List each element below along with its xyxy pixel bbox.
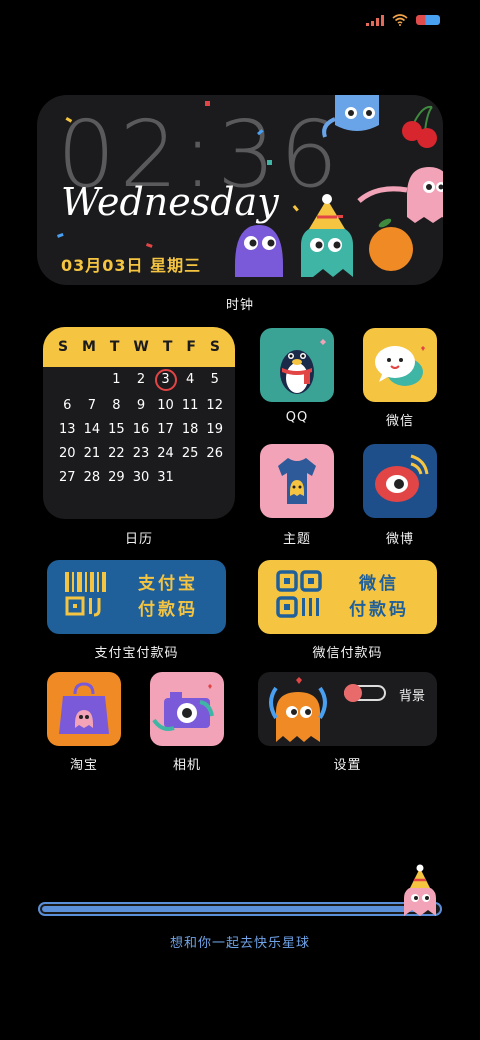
calendar-day: 16 [132,422,150,437]
clock-decoration-illustration [57,95,443,277]
calendar-day: 23 [132,446,150,461]
weekday-label: T [109,339,120,355]
taobao-app-label: 淘宝 [69,758,98,773]
weekday-label: S [57,339,69,355]
qq-app-label: QQ [285,410,309,425]
clock-widget-label: 时钟 [225,298,254,313]
calendar-day: 20 [59,446,76,461]
settings-widget[interactable]: 背景 [258,672,437,746]
barcode-icon [65,572,106,617]
toggle-knob [344,684,362,702]
calendar-widget[interactable]: S M T W T F S 1 2 3 4 5 6 7 8 9 10 11 12 13 14 15 16 17 1… [43,327,235,519]
calendar-day: 29 [108,470,125,485]
battery-icon [416,15,440,25]
wifi-icon [392,14,408,26]
background-toggle[interactable] [344,684,386,702]
calendar-day: 26 [206,446,223,461]
calendar-day: 7 [87,398,96,413]
calendar-day [55,371,80,389]
theme-app-icon[interactable] [260,444,334,518]
calendar-day: 13 [59,422,76,437]
qq-app-icon[interactable] [260,328,334,402]
calendar-day: 9 [136,398,146,413]
calendar-day: 6 [63,398,72,413]
wechatpay-paycode-label: 微信付款码 [312,646,383,661]
weekday-label: W [133,339,149,355]
bottom-tagline: 想和你一起去快乐星球 [169,936,310,951]
calendar-day: 18 [181,422,199,437]
wechat-app-label: 微信 [385,414,414,429]
calendar-day: 17 [157,422,174,437]
camera-app-label: 相机 [172,758,201,773]
weibo-app-icon[interactable] [363,444,437,518]
shopping-bag-icon [59,682,109,734]
wechatpay-paycode-text: 微信 付款码 [334,571,424,623]
alipay-paycode-label: 支付宝付款码 [94,646,179,661]
calendar-day: 10 [157,398,174,413]
penguin-icon [280,339,326,394]
calendar-day: 4 [185,372,195,387]
calendar-day: 8 [112,398,121,413]
clock-widget[interactable]: 02:36 Wednesday 03月03日 星期三 [37,95,443,285]
weekday-label: T [162,339,173,355]
calendar-day-grid: 1 2 3 4 5 6 7 8 9 10 11 12 13 14 15 16 17 18 19 20 21 22 23 24 2… [55,369,227,487]
weekday-label: M [82,339,96,355]
calendar-day: 24 [157,446,174,461]
wechatpay-text-line2: 付款码 [349,600,409,620]
taobao-app-icon[interactable] [47,672,121,746]
weekday-label: S [209,339,220,355]
tshirt-icon [278,458,316,504]
bottom-progress-bar [38,902,442,916]
calendar-day: 27 [59,470,76,485]
wechat-app-icon[interactable] [363,328,437,402]
progress-bar-fill [42,906,422,912]
alipay-paycode-widget[interactable]: 支付宝 付款码 [47,560,226,634]
calendar-day: 15 [108,422,125,437]
weibo-app-label: 微博 [385,532,414,547]
status-bar [366,10,440,30]
chat-bubble-icon [375,346,425,386]
wechatpay-text-line1: 微信 [359,574,399,594]
calendar-day-today: 3 [154,369,177,391]
calendar-day: 30 [132,470,150,485]
orange-ghost-icon [269,677,327,742]
calendar-day: 11 [181,398,199,413]
calendar-day: 12 [206,398,223,413]
weekday-label: F [186,339,196,355]
theme-app-label: 主题 [282,532,311,547]
calendar-day: 22 [108,446,125,461]
alipay-paycode-text: 支付宝 付款码 [123,571,213,623]
calendar-day: 31 [157,470,174,485]
calendar-day [80,371,105,389]
calendar-day: 1 [112,372,121,387]
pink-ghost-with-hat-icon [404,864,436,916]
wechatpay-paycode-widget[interactable]: 微信 付款码 [258,560,437,634]
calendar-day: 28 [83,470,101,485]
camera-app-icon[interactable] [150,672,224,746]
settings-widget-label: 设置 [333,758,362,773]
alipay-text-line2: 付款码 [138,600,198,620]
signal-icon [366,14,384,26]
qrcode-icon [276,570,322,618]
calendar-day: 14 [83,422,101,437]
weibo-eye-icon [375,454,429,502]
calendar-day: 25 [181,446,199,461]
background-toggle-label: 背景 [399,689,426,704]
alipay-text-line1: 支付宝 [138,574,198,594]
calendar-weekday-header: S M T W T F S [43,327,235,367]
calendar-day: 5 [210,372,219,387]
calendar-day: 2 [136,372,146,387]
calendar-day: 19 [206,422,223,437]
camera-icon [152,684,214,731]
calendar-day: 21 [83,446,101,461]
calendar-widget-label: 日历 [124,532,153,547]
